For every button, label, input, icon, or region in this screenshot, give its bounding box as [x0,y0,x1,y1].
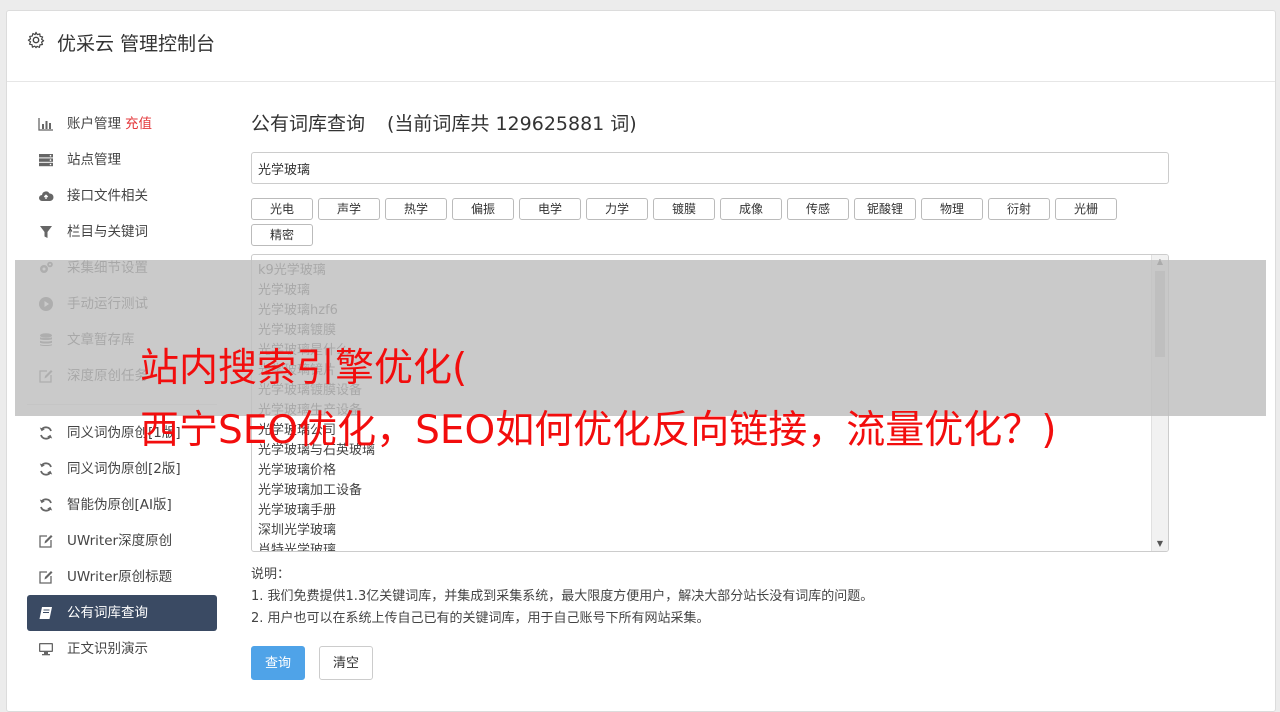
category-tag-button[interactable]: 偏振 [452,198,514,220]
sidebar-item[interactable]: UWriter深度原创 [27,523,217,559]
category-tag-button[interactable]: 镀膜 [653,198,715,220]
category-tag-button[interactable]: 光栅 [1055,198,1117,220]
sidebar-item-label: 站点管理 [67,152,121,168]
sidebar-item[interactable]: 公有词库查询 [27,595,217,631]
result-option[interactable]: 深圳光学玻璃 [258,521,1168,541]
bar-chart-icon [38,116,54,132]
overlay-headline-line-1: 站内搜索引擎优化( [140,346,468,391]
sidebar-item-label: 同义词伪原创[2版] [67,461,181,477]
refresh-icon [38,497,54,513]
sidebar-item[interactable]: 接口文件相关 [27,178,217,214]
category-tags: 光电 声学 热学 偏振 电学 力学 镀膜 成像 传感 铌酸锂 物理 衍射 光栅精密 [251,198,1173,250]
category-tag-button[interactable]: 热学 [385,198,447,220]
page-title: 优采云 管理控制台 [57,33,216,55]
header: 优采云 管理控制台 [7,11,1275,82]
sidebar-item-label: 栏目与关键词 [67,224,148,240]
sidebar-item-label: 账户管理 [67,116,121,132]
note-1: 1. 我们免费提供1.3亿关键词库，并集成到采集系统，最大限度方便用户，解决大部… [251,589,874,604]
result-option[interactable]: 光学玻璃手册 [258,501,1168,521]
sidebar-item-label: 智能伪原创[AI版] [67,497,172,513]
notes: 说明： 1. 我们免费提供1.3亿关键词库，并集成到采集系统，最大限度方便用户，… [251,564,1173,630]
notes-title: 说明： [251,567,291,582]
cloud-upload-icon [38,188,54,204]
category-tag-button[interactable]: 物理 [921,198,983,220]
category-tag-button[interactable]: 成像 [720,198,782,220]
sidebar-item[interactable]: 站点管理 [27,142,217,178]
result-option[interactable]: 光学玻璃加工设备 [258,481,1168,501]
sidebar-item-label: UWriter原创标题 [67,569,173,585]
keyword-search-input[interactable] [251,152,1169,184]
sidebar-item-label: UWriter深度原创 [67,533,173,549]
category-tag-button[interactable]: 电学 [519,198,581,220]
edit-icon [38,569,54,585]
overlay-headline: 站内搜索引擎优化( 西宁SEO优化，SEO如何优化反向链接，流量优化？) [140,338,1270,462]
server-icon [38,152,54,168]
sidebar-item-label: 公有词库查询 [67,605,148,621]
sidebar-item[interactable]: 正文识别演示 [27,631,217,667]
sidebar-item-label: 正文识别演示 [67,641,148,657]
query-button[interactable]: 查询 [251,646,305,680]
category-tag-button[interactable]: 精密 [251,224,313,246]
category-tag-button[interactable]: 光电 [251,198,313,220]
sidebar-item[interactable]: UWriter原创标题 [27,559,217,595]
overlay-headline-line-2: 西宁SEO优化，SEO如何优化反向链接，流量优化？) [140,408,1057,453]
edit-icon [38,533,54,549]
sidebar-item[interactable]: 栏目与关键词 [27,214,217,250]
result-option[interactable]: 肖特光学玻璃 [258,541,1168,551]
recharge-link[interactable]: 充值 [125,116,152,132]
sidebar-item-label: 接口文件相关 [67,188,148,204]
section-title-text: 公有词库查询 [251,113,366,135]
category-tag-button[interactable]: 声学 [318,198,380,220]
gear-icon [27,31,45,49]
category-tag-button[interactable]: 传感 [787,198,849,220]
clear-button[interactable]: 清空 [319,646,373,680]
desktop-icon [38,641,54,657]
result-option[interactable]: 光学玻璃价格 [258,461,1168,481]
category-tag-button[interactable]: 铌酸锂 [854,198,916,220]
refresh-icon [38,425,54,441]
word-count-text: (当前词库共 129625881 词) [387,113,637,135]
scroll-down-arrow-icon[interactable]: ▼ [1152,537,1168,551]
filter-icon [38,224,54,240]
sidebar-item[interactable]: 智能伪原创[AI版] [27,487,217,523]
category-tag-button[interactable]: 力学 [586,198,648,220]
sidebar-item[interactable]: 账户管理 充值 [27,106,217,142]
section-title: 公有词库查询 (当前词库共 129625881 词) [251,106,1173,142]
book-icon [38,605,54,621]
refresh-icon [38,461,54,477]
button-row: 查询 清空 [251,646,1173,680]
category-tag-button[interactable]: 衍射 [988,198,1050,220]
note-2: 2. 用户也可以在系统上传自己已有的关键词库，用于自己账号下所有网站采集。 [251,611,710,626]
